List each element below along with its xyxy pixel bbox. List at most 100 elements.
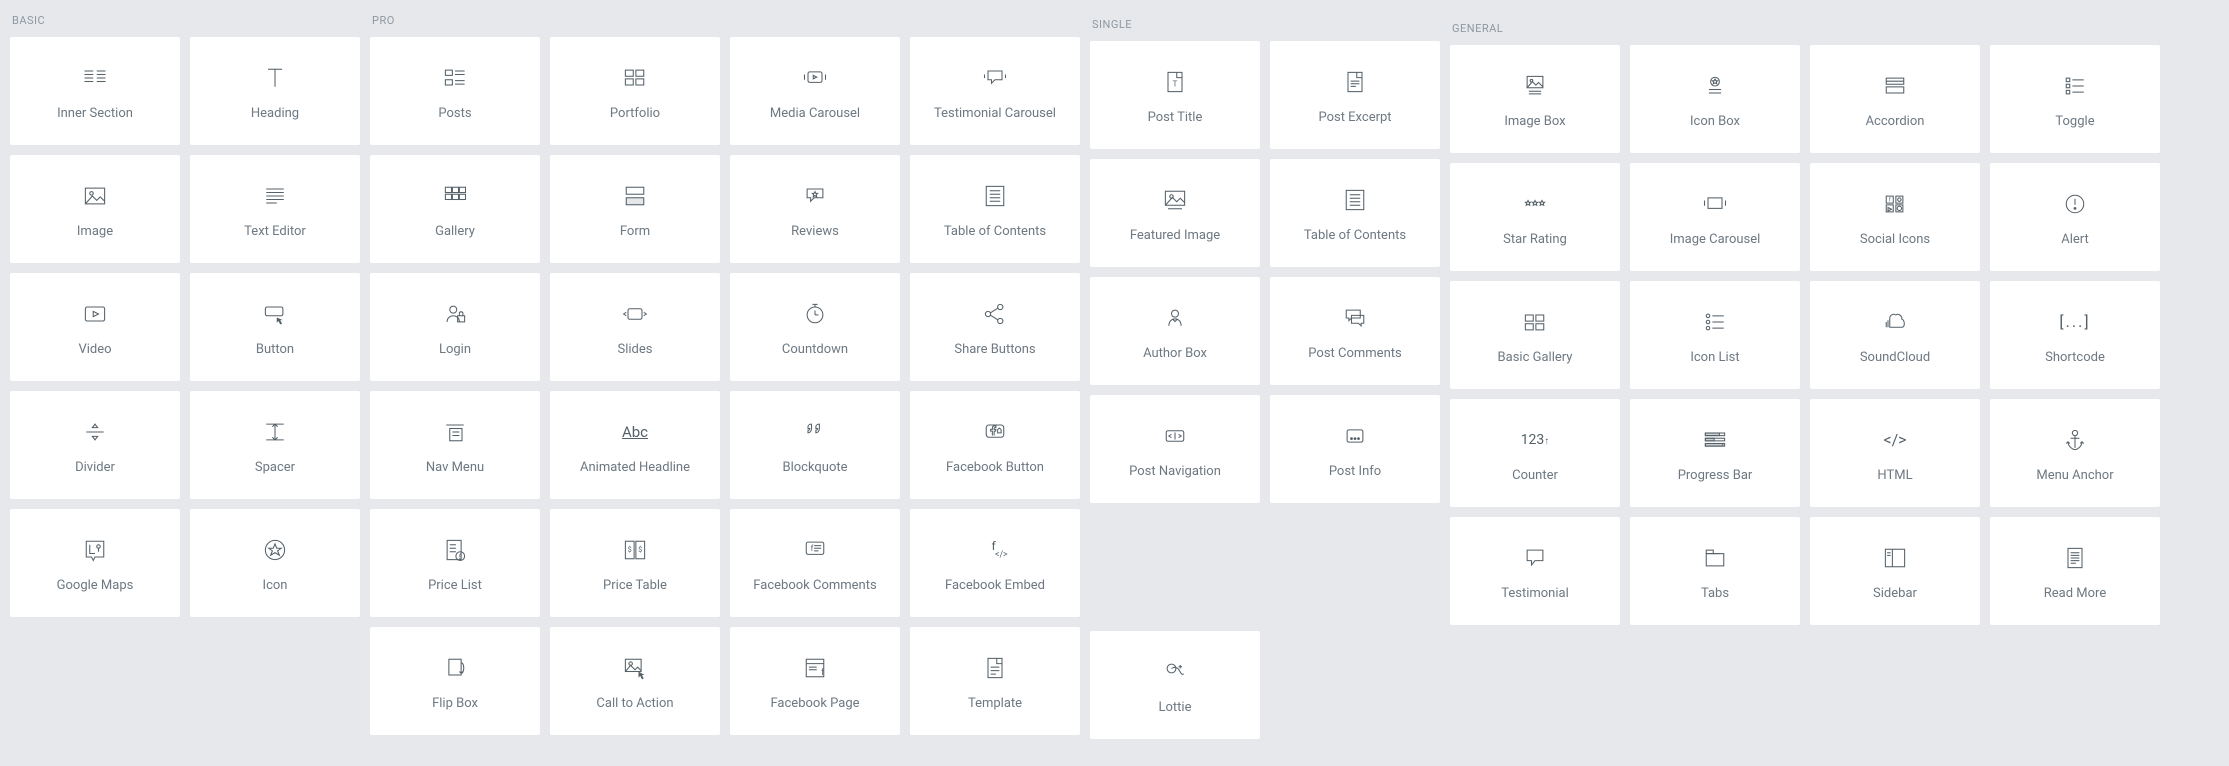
widget-alert[interactable]: Alert — [1990, 163, 2160, 271]
widget-media-carousel[interactable]: Media Carousel — [730, 37, 900, 145]
fb-embed-icon: f</> — [979, 534, 1011, 566]
widget-basic-gallery[interactable]: Basic Gallery — [1450, 281, 1620, 389]
widget-price-list[interactable]: $Price List — [370, 509, 540, 617]
widget-heading[interactable]: Heading — [190, 37, 360, 145]
icon-list-icon — [1699, 306, 1731, 338]
gallery-icon — [439, 180, 471, 212]
widget-text-editor[interactable]: Text Editor — [190, 155, 360, 263]
basic-gallery-icon — [1519, 306, 1551, 338]
widget-fb-page[interactable]: fFacebook Page — [730, 627, 900, 735]
nav-menu-icon — [439, 416, 471, 448]
widget-sidebar[interactable]: Sidebar — [1810, 517, 1980, 625]
widget-label: Alert — [2061, 232, 2089, 247]
widget-label: Price List — [428, 578, 482, 593]
widget-google-maps[interactable]: Google Maps — [10, 509, 180, 617]
section-header-pro: PRO — [370, 10, 1080, 37]
svg-text:T: T — [1173, 79, 1178, 88]
widget-progress-bar[interactable]: Progress Bar — [1630, 399, 1800, 507]
widget-label: Author Box — [1143, 346, 1207, 361]
widget-label: Facebook Button — [946, 460, 1044, 475]
widget-divider[interactable]: Divider — [10, 391, 180, 499]
grid-general: Image BoxIcon BoxAccordionToggle Star Rat… — [1450, 45, 2160, 625]
widget-slides[interactable]: Slides — [550, 273, 720, 381]
widget-gallery[interactable]: Gallery — [370, 155, 540, 263]
widget-post-nav[interactable]: Post Navigation — [1090, 395, 1260, 503]
widget-testimonial-carousel[interactable]: Testimonial Carousel — [910, 37, 1080, 145]
widget-label: Testimonial — [1501, 586, 1569, 601]
widget-toggle[interactable]: Toggle — [1990, 45, 2160, 153]
widget-cta[interactable]: Call to Action — [550, 627, 720, 735]
flip-box-icon — [439, 652, 471, 684]
widget-icon-box[interactable]: Icon Box — [1630, 45, 1800, 153]
widget-share[interactable]: Share Buttons — [910, 273, 1080, 381]
widget-social-icons[interactable]: fSocial Icons — [1810, 163, 1980, 271]
widget-template[interactable]: Template — [910, 627, 1080, 735]
widget-toc[interactable]: Table of Contents — [910, 155, 1080, 263]
widget-image[interactable]: Image — [10, 155, 180, 263]
widget-counter[interactable]: 123↑Counter — [1450, 399, 1620, 507]
widget-button[interactable]: Button — [190, 273, 360, 381]
widget-post-comments[interactable]: Post Comments — [1270, 277, 1440, 385]
widget-reviews[interactable]: Reviews — [730, 155, 900, 263]
widget-fb-comments[interactable]: fFacebook Comments — [730, 509, 900, 617]
section-header-single: SINGLE — [1090, 10, 1440, 41]
widget-post-title[interactable]: TPost Title — [1090, 41, 1260, 149]
widget-video[interactable]: Video — [10, 273, 180, 381]
posts-icon — [439, 62, 471, 94]
widget-login[interactable]: Login — [370, 273, 540, 381]
widget-label: Star Rating — [1503, 232, 1567, 247]
widget-label: Media Carousel — [770, 106, 860, 121]
widget-html[interactable]: </>HTML — [1810, 399, 1980, 507]
widget-lottie[interactable]: Lottie — [1090, 631, 1260, 739]
widget-image-box[interactable]: Image Box — [1450, 45, 1620, 153]
widget-tabs[interactable]: Tabs — [1630, 517, 1800, 625]
widget-accordion[interactable]: Accordion — [1810, 45, 1980, 153]
widget-testimonial[interactable]: Testimonial — [1450, 517, 1620, 625]
widget-anchor[interactable]: Menu Anchor — [1990, 399, 2160, 507]
widget-flip-box[interactable]: Flip Box — [370, 627, 540, 735]
counter-icon: 123↑ — [1519, 424, 1551, 456]
widget-icon-list[interactable]: Icon List — [1630, 281, 1800, 389]
widget-label: Heading — [251, 106, 299, 121]
widget-label: Button — [256, 342, 294, 357]
widget-toc[interactable]: Table of Contents — [1270, 159, 1440, 267]
widget-blockquote[interactable]: Blockquote — [730, 391, 900, 499]
post-info-icon — [1339, 420, 1371, 452]
widget-countdown[interactable]: Countdown — [730, 273, 900, 381]
widget-nav-menu[interactable]: Nav Menu — [370, 391, 540, 499]
widget-post-excerpt[interactable]: Post Excerpt — [1270, 41, 1440, 149]
widget-label: Social Icons — [1860, 232, 1930, 247]
spacer-icon — [259, 416, 291, 448]
widget-label: Flip Box — [432, 696, 478, 711]
widget-inner-section[interactable]: Inner Section — [10, 37, 180, 145]
widget-form[interactable]: Form — [550, 155, 720, 263]
widget-star-rating[interactable]: Star Rating — [1450, 163, 1620, 271]
svg-text:f: f — [811, 543, 814, 552]
widget-price-table[interactable]: $$Price Table — [550, 509, 720, 617]
widget-portfolio[interactable]: Portfolio — [550, 37, 720, 145]
widget-author-box[interactable]: Author Box — [1090, 277, 1260, 385]
widget-label: Spacer — [255, 460, 295, 475]
widget-read-more[interactable]: Read More — [1990, 517, 2160, 625]
widget-label: Blockquote — [782, 460, 847, 475]
widget-spacer[interactable]: Spacer — [190, 391, 360, 499]
widget-label: Facebook Embed — [945, 578, 1045, 593]
widget-soundcloud[interactable]: SoundCloud — [1810, 281, 1980, 389]
toggle-icon — [2059, 70, 2091, 102]
widget-fb-embed[interactable]: f</> Facebook Embed — [910, 509, 1080, 617]
widget-label: Portfolio — [610, 106, 660, 121]
widget-fb-button[interactable]: Facebook Button — [910, 391, 1080, 499]
post-title-icon: T — [1159, 66, 1191, 98]
widget-shortcode[interactable]: [...]Shortcode — [1990, 281, 2160, 389]
portfolio-icon — [619, 62, 651, 94]
widget-image-carousel[interactable]: Image Carousel — [1630, 163, 1800, 271]
widget-posts[interactable]: Posts — [370, 37, 540, 145]
widget-featured-image[interactable]: Featured Image — [1090, 159, 1260, 267]
text-editor-icon — [259, 180, 291, 212]
widget-label: Template — [968, 696, 1022, 711]
video-icon — [79, 298, 111, 330]
widget-icon[interactable]: Icon — [190, 509, 360, 617]
widget-post-info[interactable]: Post Info — [1270, 395, 1440, 503]
widget-animated-headline[interactable]: AbcAnimated Headline — [550, 391, 720, 499]
section-header-general: GENERAL — [1450, 10, 2160, 45]
